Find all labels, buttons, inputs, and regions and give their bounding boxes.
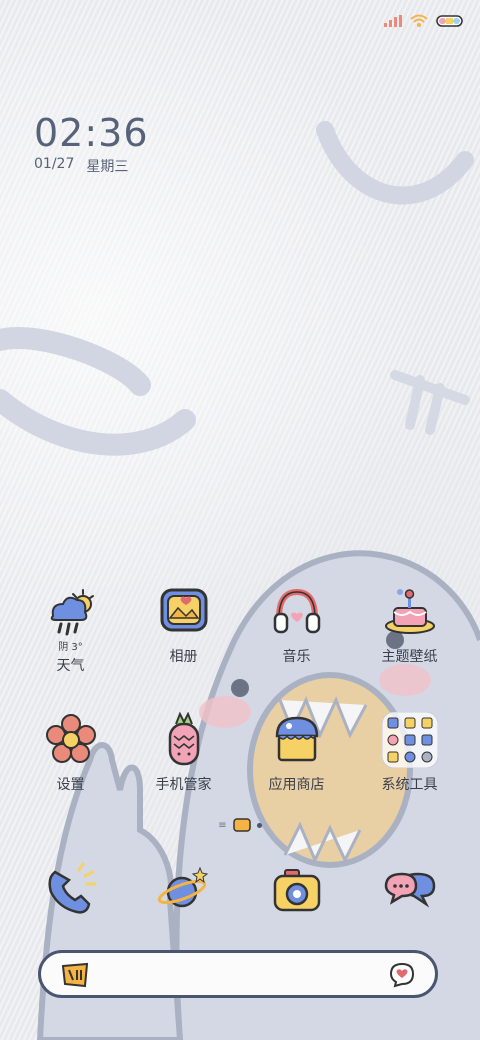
- app-settings[interactable]: 设置: [14, 712, 127, 794]
- clock-date: 01/27: [34, 156, 75, 172]
- status-bar: [384, 8, 464, 34]
- dock-phone[interactable]: [14, 862, 127, 918]
- app-label: 主题壁纸: [381, 649, 438, 665]
- app-label: 设置: [56, 777, 85, 793]
- app-label: 音乐: [282, 649, 311, 665]
- dock-camera[interactable]: [240, 862, 353, 918]
- signal-icon: [384, 15, 402, 27]
- dock-browser[interactable]: [127, 862, 240, 918]
- planet-icon: [156, 862, 212, 918]
- folder-icon: [381, 712, 438, 768]
- app-row-2: 设置 手机管家 应用商店 系统工具: [0, 712, 480, 794]
- app-label: 手机管家: [155, 777, 212, 793]
- flower-icon: [43, 712, 99, 768]
- app-phone-manager[interactable]: 手机管家: [127, 712, 240, 794]
- pineapple-icon: [156, 712, 212, 768]
- message-icon: [382, 862, 438, 918]
- app-label: 天气: [56, 658, 85, 674]
- app-label: 应用商店: [268, 777, 325, 793]
- search-logo-icon: [61, 962, 89, 988]
- page-indicator[interactable]: ≡: [0, 818, 480, 832]
- search-bar[interactable]: [38, 950, 438, 998]
- weather-condition: 阴: [58, 642, 69, 653]
- menu-lines-icon: ≡: [218, 819, 227, 831]
- app-system-tools[interactable]: 系统工具: [353, 712, 466, 794]
- weather-icon: [43, 584, 99, 640]
- clock-time: 02:36: [34, 111, 149, 155]
- phone-icon: [43, 862, 99, 918]
- app-music[interactable]: 音乐: [240, 584, 353, 675]
- store-cupcake-icon: [269, 712, 325, 768]
- headphones-icon: [269, 584, 325, 640]
- current-page-icon: [232, 818, 251, 832]
- battery-icon: [436, 15, 463, 27]
- dock-messages[interactable]: [353, 862, 466, 918]
- app-weather[interactable]: 阴 3° 天气: [14, 584, 127, 675]
- clock-widget[interactable]: 02:36 01/27 星期三: [34, 112, 149, 176]
- app-store[interactable]: 应用商店: [240, 712, 353, 794]
- dock: [0, 862, 480, 918]
- cake-icon: [382, 584, 438, 640]
- app-themes[interactable]: 主题壁纸: [353, 584, 466, 675]
- weather-temperature: 3°: [71, 642, 83, 653]
- clock-weekday: 星期三: [86, 159, 129, 175]
- camera-icon: [269, 862, 325, 918]
- app-label: 系统工具: [381, 777, 438, 793]
- weather-summary: 阴 3°: [58, 638, 83, 653]
- app-row-1: 阴 3° 天气 相册 音乐 主题壁纸: [0, 584, 480, 675]
- gallery-icon: [156, 584, 212, 640]
- app-label: 相册: [169, 649, 198, 665]
- page-dot: [256, 822, 262, 828]
- wifi-icon: [410, 14, 428, 27]
- app-gallery[interactable]: 相册: [127, 584, 240, 675]
- heart-chat-icon[interactable]: [387, 962, 417, 988]
